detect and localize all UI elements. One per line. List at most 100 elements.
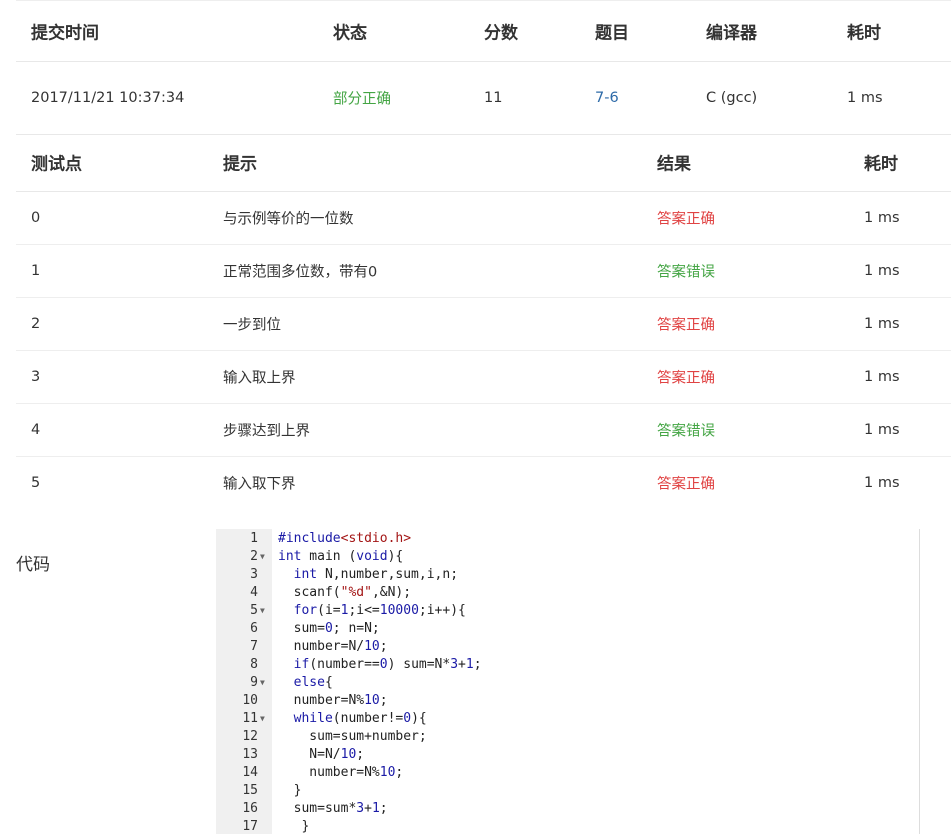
code-line: 1 #include<stdio.h> xyxy=(216,530,919,548)
testcase-hint: 与示例等价的一位数 xyxy=(223,211,354,228)
testcase-result: 答案正确 xyxy=(657,211,715,228)
code-text: } xyxy=(278,783,302,798)
code-line: 3 int N,number,sum,i,n; xyxy=(216,566,919,584)
score: 11 xyxy=(484,90,503,106)
status-badge: 部分正确 xyxy=(333,91,391,108)
testcase-row: 4 步骤达到上界 答案错误 1 ms xyxy=(16,404,951,457)
header-hint: 提示 xyxy=(223,154,257,175)
testcase-time: 1 ms xyxy=(864,369,900,385)
code-line: 7 number=N/10; xyxy=(216,638,919,656)
testcase-result: 答案正确 xyxy=(657,317,715,334)
testcase-result: 答案错误 xyxy=(657,264,715,281)
code-line: 17 } xyxy=(216,818,919,834)
testcase-id: 3 xyxy=(31,369,41,385)
line-number: 16 xyxy=(242,801,258,816)
code-editor[interactable]: 1 #include<stdio.h> 2 ▼ int main (void){3 in… xyxy=(216,529,920,834)
code-text: sum=sum*3+1; xyxy=(278,801,388,816)
testcase-time: 1 ms xyxy=(864,210,900,226)
header-problem: 题目 xyxy=(595,23,629,44)
testcase-hint: 步骤达到上界 xyxy=(223,423,310,440)
line-number: 2 xyxy=(250,549,258,564)
fold-arrow-icon[interactable]: ▼ xyxy=(260,674,265,692)
line-number: 6 xyxy=(250,621,258,636)
code-text: else{ xyxy=(293,675,333,690)
line-number: 12 xyxy=(242,729,258,744)
code-line: 8 if(number==0) sum=N*3+1; xyxy=(216,656,919,674)
code-text: number=N%10; xyxy=(278,693,388,708)
header-result: 结果 xyxy=(657,154,691,175)
code-text: } xyxy=(278,819,310,834)
fold-arrow-icon[interactable]: ▼ xyxy=(260,602,265,620)
line-number: 10 xyxy=(242,693,258,708)
testcase-hint: 正常范围多位数，带有0 xyxy=(223,264,378,281)
line-number: 3 xyxy=(250,567,258,582)
header-elapsed: 耗时 xyxy=(847,23,881,44)
testcase-row: 5 输入取下界 答案正确 1 ms xyxy=(16,457,951,509)
line-number: 8 xyxy=(250,657,258,672)
testcase-id: 0 xyxy=(31,210,41,226)
code-line: 10 number=N%10; xyxy=(216,692,919,710)
code-line: 15 } xyxy=(216,782,919,800)
testcase-row: 1 正常范围多位数，带有0 答案错误 1 ms xyxy=(16,245,951,298)
testcase-row: 0 与示例等价的一位数 答案正确 1 ms xyxy=(16,192,951,245)
header-status: 状态 xyxy=(333,23,367,44)
testcase-hint: 输入取下界 xyxy=(223,476,296,493)
code-text: sum=sum+number; xyxy=(278,729,427,744)
compiler: C (gcc) xyxy=(706,90,758,106)
line-number: 1 xyxy=(250,531,258,546)
code-text: for(i=1;i<=10000;i++){ xyxy=(293,603,466,618)
testcase-result: 答案正确 xyxy=(657,476,715,493)
testcase-row: 2 一步到位 答案正确 1 ms xyxy=(16,298,951,351)
line-number: 5 xyxy=(250,603,258,618)
code-line: 9 ▼ else{ xyxy=(216,674,919,692)
code-text: number=N/10; xyxy=(278,639,388,654)
submission-table: 提交时间 状态 分数 题目 编译器 耗时 2017/11/21 10:37:34… xyxy=(16,0,951,135)
header-testcase: 测试点 xyxy=(31,154,82,175)
testcase-time: 1 ms xyxy=(864,422,900,438)
code-line: 14 number=N%10; xyxy=(216,764,919,782)
code-line: 11 ▼ while(number!=0){ xyxy=(216,710,919,728)
header-score: 分数 xyxy=(484,23,518,44)
testcase-id: 4 xyxy=(31,422,41,438)
line-number: 14 xyxy=(242,765,258,780)
code-text: number=N%10; xyxy=(278,765,404,780)
submission-header-row: 提交时间 状态 分数 题目 编译器 耗时 xyxy=(16,0,951,62)
testcase-time: 1 ms xyxy=(864,475,900,491)
code-line: 4 scanf("%d",&N); xyxy=(216,584,919,602)
testcase-result: 答案正确 xyxy=(657,370,715,387)
testcase-time: 1 ms xyxy=(864,263,900,279)
code-text: while(number!=0){ xyxy=(293,711,427,726)
code-line: 6 sum=0; n=N; xyxy=(216,620,919,638)
testcase-row: 3 输入取上界 答案正确 1 ms xyxy=(16,351,951,404)
fold-arrow-icon[interactable]: ▼ xyxy=(260,548,265,566)
line-number: 4 xyxy=(250,585,258,600)
testcase-hint: 一步到位 xyxy=(223,317,281,334)
testcase-id: 1 xyxy=(31,263,41,279)
line-number: 7 xyxy=(250,639,258,654)
code-text: sum=0; n=N; xyxy=(278,621,380,636)
fold-arrow-icon[interactable]: ▼ xyxy=(260,710,265,728)
code-text: scanf("%d",&N); xyxy=(278,585,412,600)
code-text: int main (void){ xyxy=(278,549,404,564)
header-compiler: 编译器 xyxy=(706,23,757,44)
code-line: 16 sum=sum*3+1; xyxy=(216,800,919,818)
testcase-table: 测试点 提示 结果 耗时 0 与示例等价的一位数 答案正确 1 ms 1 正常范… xyxy=(16,133,951,509)
testcase-header-row: 测试点 提示 结果 耗时 xyxy=(16,133,951,192)
code-text: if(number==0) sum=N*3+1; xyxy=(293,657,482,672)
code-line: 5 ▼ for(i=1;i<=10000;i++){ xyxy=(216,602,919,620)
testcase-time: 1 ms xyxy=(864,316,900,332)
testcase-hint: 输入取上界 xyxy=(223,370,296,387)
line-number: 15 xyxy=(242,783,258,798)
code-text: #include<stdio.h> xyxy=(278,531,412,546)
line-number: 13 xyxy=(242,747,258,762)
code-text: N=N/10; xyxy=(278,747,365,762)
testcase-result: 答案错误 xyxy=(657,423,715,440)
code-line: 13 N=N/10; xyxy=(216,746,919,764)
header-submit-time: 提交时间 xyxy=(31,23,99,44)
line-number: 9 xyxy=(250,675,258,690)
testcase-id: 2 xyxy=(31,316,41,332)
code-line: 12 sum=sum+number; xyxy=(216,728,919,746)
problem-link[interactable]: 7-6 xyxy=(595,90,619,106)
line-number: 17 xyxy=(242,819,258,834)
code-text: int N,number,sum,i,n; xyxy=(293,567,459,582)
